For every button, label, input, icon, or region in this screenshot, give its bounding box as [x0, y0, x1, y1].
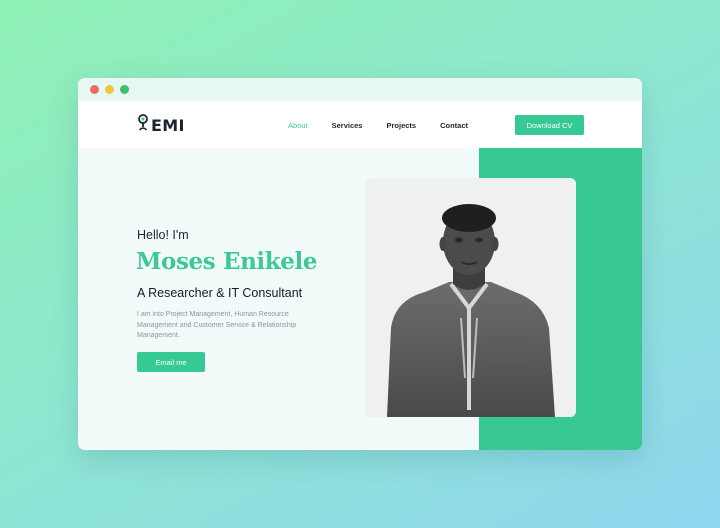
microphone-icon — [137, 114, 149, 137]
nav-link-services[interactable]: Services — [332, 121, 363, 130]
window-titlebar — [78, 78, 642, 101]
logo-text: EMI — [151, 116, 185, 135]
nav-link-contact[interactable]: Contact — [440, 121, 468, 130]
maximize-dot-icon[interactable] — [120, 85, 129, 94]
nav-link-projects[interactable]: Projects — [386, 121, 416, 130]
hero-description: I am into Project Management, Human Reso… — [137, 311, 297, 339]
email-me-button[interactable]: Email me — [137, 352, 205, 372]
hero-name: Moses Enikele — [136, 248, 318, 275]
profile-photo — [365, 178, 576, 417]
hero-greeting: Hello! I'm — [137, 228, 189, 242]
hero-role: A Researcher & IT Consultant — [137, 286, 303, 300]
download-cv-button[interactable]: Download CV — [515, 115, 584, 135]
browser-window: EMI About Services Projects Contact Down… — [78, 78, 642, 450]
close-dot-icon[interactable] — [90, 85, 99, 94]
main-nav: About Services Projects Contact — [288, 121, 492, 130]
site-logo[interactable]: EMI — [137, 114, 185, 137]
minimize-dot-icon[interactable] — [105, 85, 114, 94]
nav-link-about[interactable]: About — [288, 121, 308, 130]
site-header: EMI About Services Projects Contact Down… — [78, 101, 642, 148]
